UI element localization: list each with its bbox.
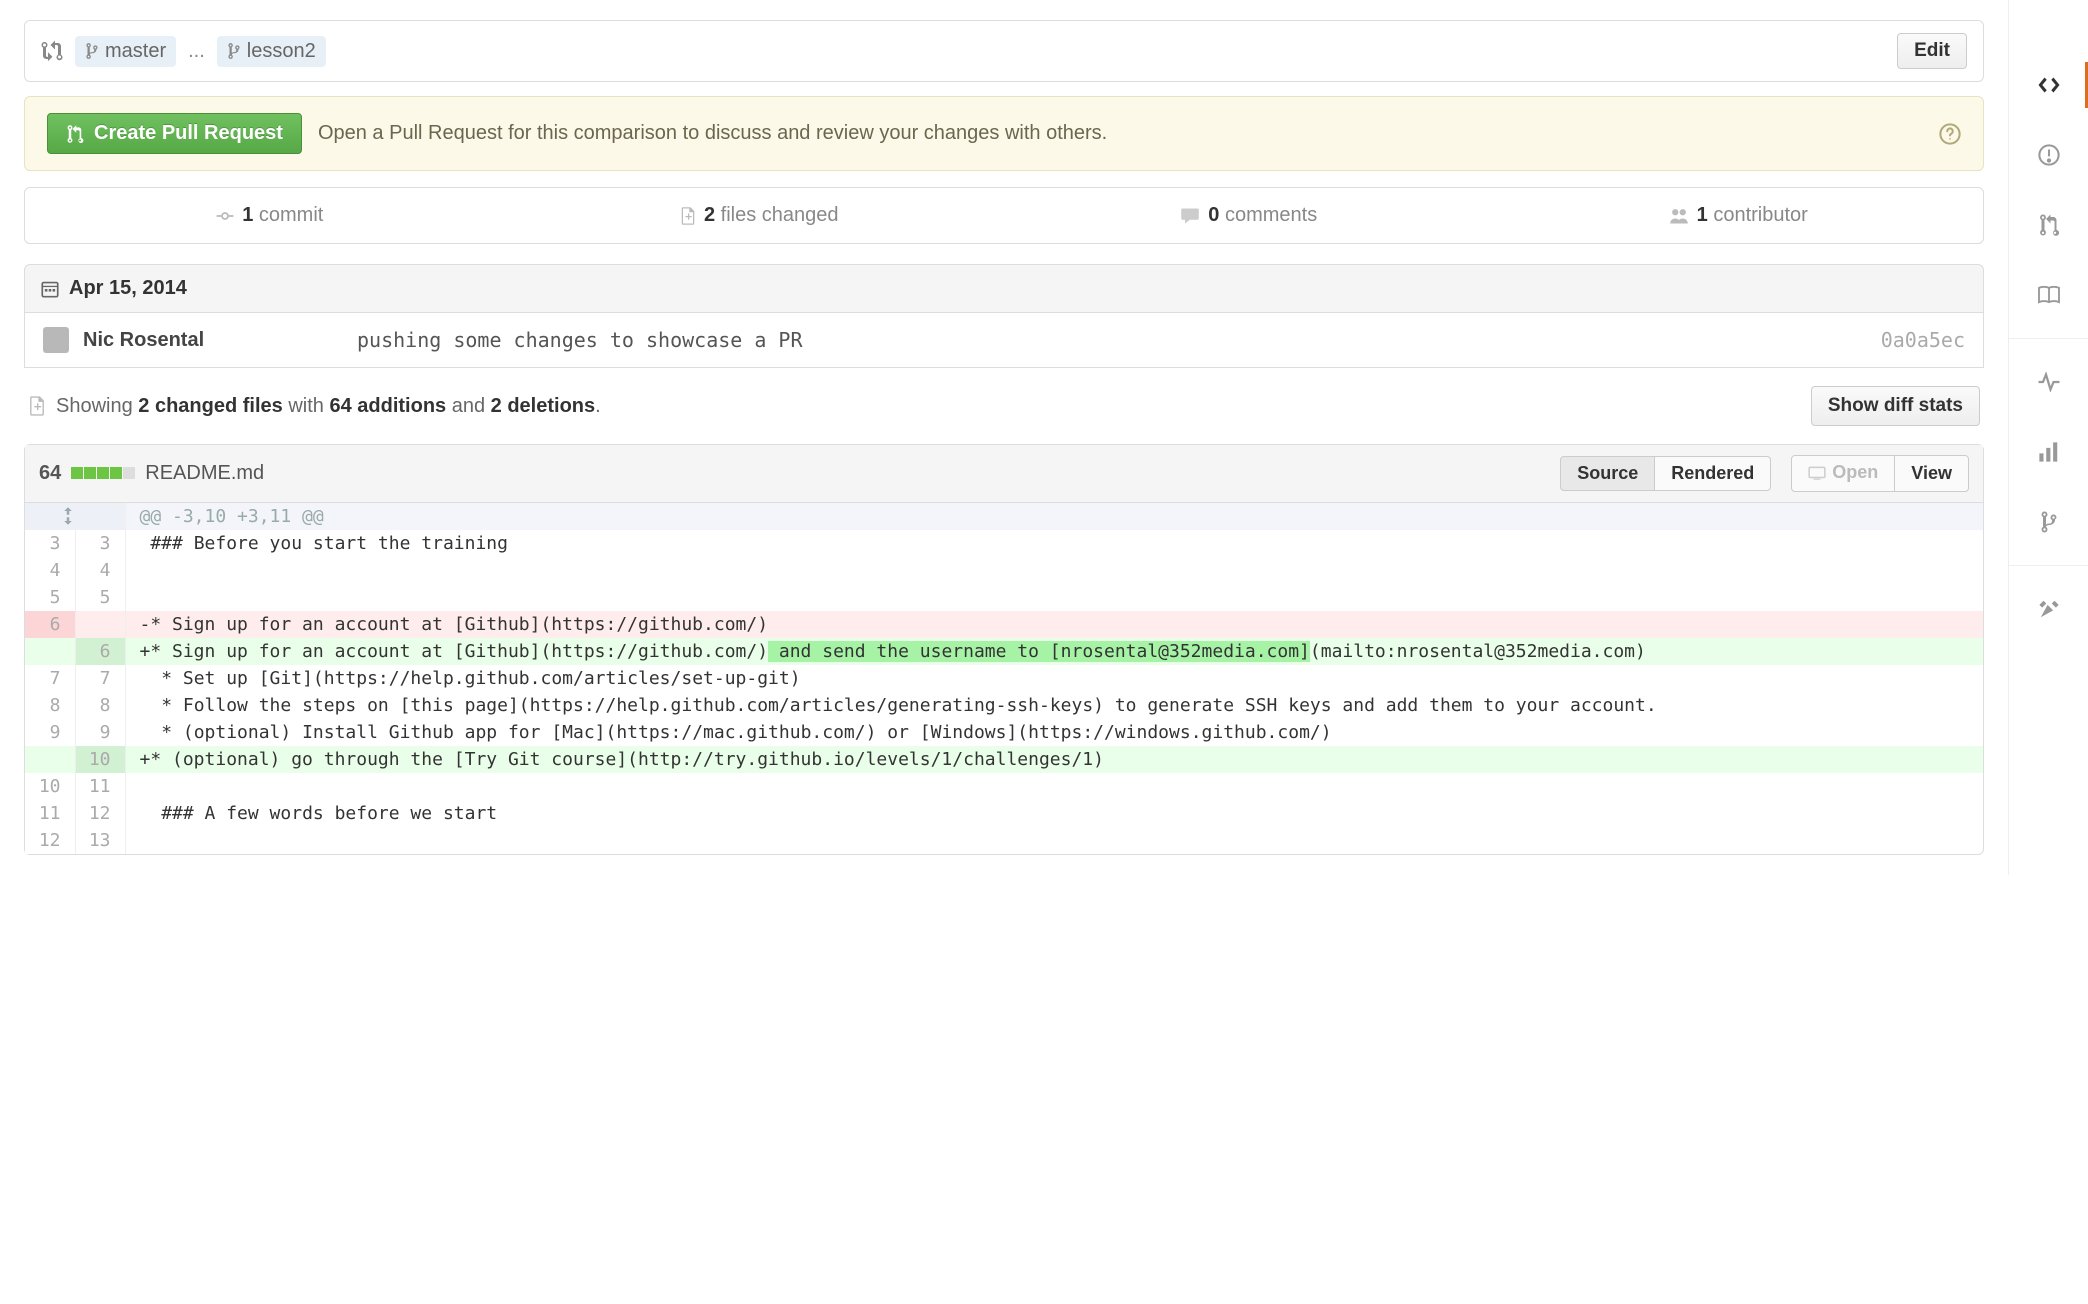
show-diff-stats-button[interactable]: Show diff stats [1811, 386, 1980, 426]
diff-line: 33 ### Before you start the training [25, 530, 1983, 557]
file-header: 64 README.md Source Rendered Open View [25, 445, 1983, 503]
diff-line: 55 [25, 584, 1983, 611]
edit-button[interactable]: Edit [1897, 33, 1967, 69]
file-changes-count: 64 [39, 462, 61, 485]
stat-contributors[interactable]: 1 contributor [1494, 188, 1984, 243]
sidebar-pulse-icon[interactable] [2009, 347, 2088, 417]
sidebar-pull-request-icon[interactable] [2009, 190, 2088, 260]
commit-message: pushing some changes to showcase a PR [357, 328, 1867, 352]
sidebar-issues-icon[interactable] [2009, 120, 2088, 190]
commit-row[interactable]: Nic Rosental pushing some changes to sho… [24, 313, 1984, 368]
sidebar-wiki-icon[interactable] [2009, 260, 2088, 330]
create-pull-request-button[interactable]: Create Pull Request [47, 113, 302, 154]
diff-file-box: 64 README.md Source Rendered Open View [24, 444, 1984, 855]
pr-banner-text: Open a Pull Request for this comparison … [318, 122, 1107, 145]
base-branch-pill[interactable]: master [75, 36, 176, 67]
branch-compare-bar: master ... lesson2 Edit [24, 20, 1984, 82]
rendered-tab-button[interactable]: Rendered [1655, 456, 1771, 491]
diff-stat-blocks [71, 467, 135, 479]
diff-line: 6+* Sign up for an account at [Github](h… [25, 638, 1983, 665]
view-button[interactable]: View [1895, 455, 1969, 492]
hunk-header-row: @@ -3,10 +3,11 @@ [25, 503, 1983, 530]
stat-comments[interactable]: 0 comments [1004, 188, 1494, 243]
diff-line: 1213 [25, 827, 1983, 854]
compare-icon [41, 39, 63, 63]
source-tab-button[interactable]: Source [1560, 456, 1655, 491]
commit-author: Nic Rosental [83, 329, 343, 352]
sidebar-settings-icon[interactable] [2009, 574, 2088, 644]
diff-summary-text: Showing 2 changed files with 64 addition… [56, 395, 601, 418]
right-sidebar [2008, 0, 2088, 875]
diff-line: 77 * Set up [Git](https://help.github.co… [25, 665, 1983, 692]
diff-line: 1112 ### A few words before we start [25, 800, 1983, 827]
sidebar-network-icon[interactable] [2009, 487, 2088, 557]
compare-stats-bar: 1 commit 2 files changed 0 comments 1 co… [24, 187, 1984, 244]
avatar [43, 327, 69, 353]
expand-icon[interactable] [25, 503, 125, 530]
base-branch-label: master [105, 40, 166, 63]
diff-line: 44 [25, 557, 1983, 584]
compare-dots: ... [188, 40, 205, 63]
diff-summary: Showing 2 changed files with 64 addition… [24, 368, 1984, 444]
create-pr-banner: Create Pull Request Open a Pull Request … [24, 96, 1984, 171]
diff-line: 1011 [25, 773, 1983, 800]
commit-sha[interactable]: 0a0a5ec [1881, 328, 1965, 352]
sidebar-graphs-icon[interactable] [2009, 417, 2088, 487]
diff-table: @@ -3,10 +3,11 @@ 33 ### Before you star… [25, 503, 1983, 854]
diff-line: 99 * (optional) Install Github app for [… [25, 719, 1983, 746]
stat-files[interactable]: 2 files changed [515, 188, 1005, 243]
stat-commits[interactable]: 1 commit [25, 188, 515, 243]
compare-branch-label: lesson2 [247, 40, 316, 63]
diff-line: 10+* (optional) go through the [Try Git … [25, 746, 1983, 773]
file-name[interactable]: README.md [145, 462, 264, 485]
compare-branch-pill[interactable]: lesson2 [217, 36, 326, 67]
sidebar-code-icon[interactable] [2009, 50, 2088, 120]
diff-line: 88 * Follow the steps on [this page](htt… [25, 692, 1983, 719]
hunk-text: @@ -3,10 +3,11 @@ [125, 503, 1983, 530]
open-button: Open [1791, 455, 1895, 492]
commit-date-header: Apr 15, 2014 [24, 264, 1984, 313]
help-icon[interactable] [1939, 123, 1961, 145]
diff-line: 6-* Sign up for an account at [Github](h… [25, 611, 1983, 638]
